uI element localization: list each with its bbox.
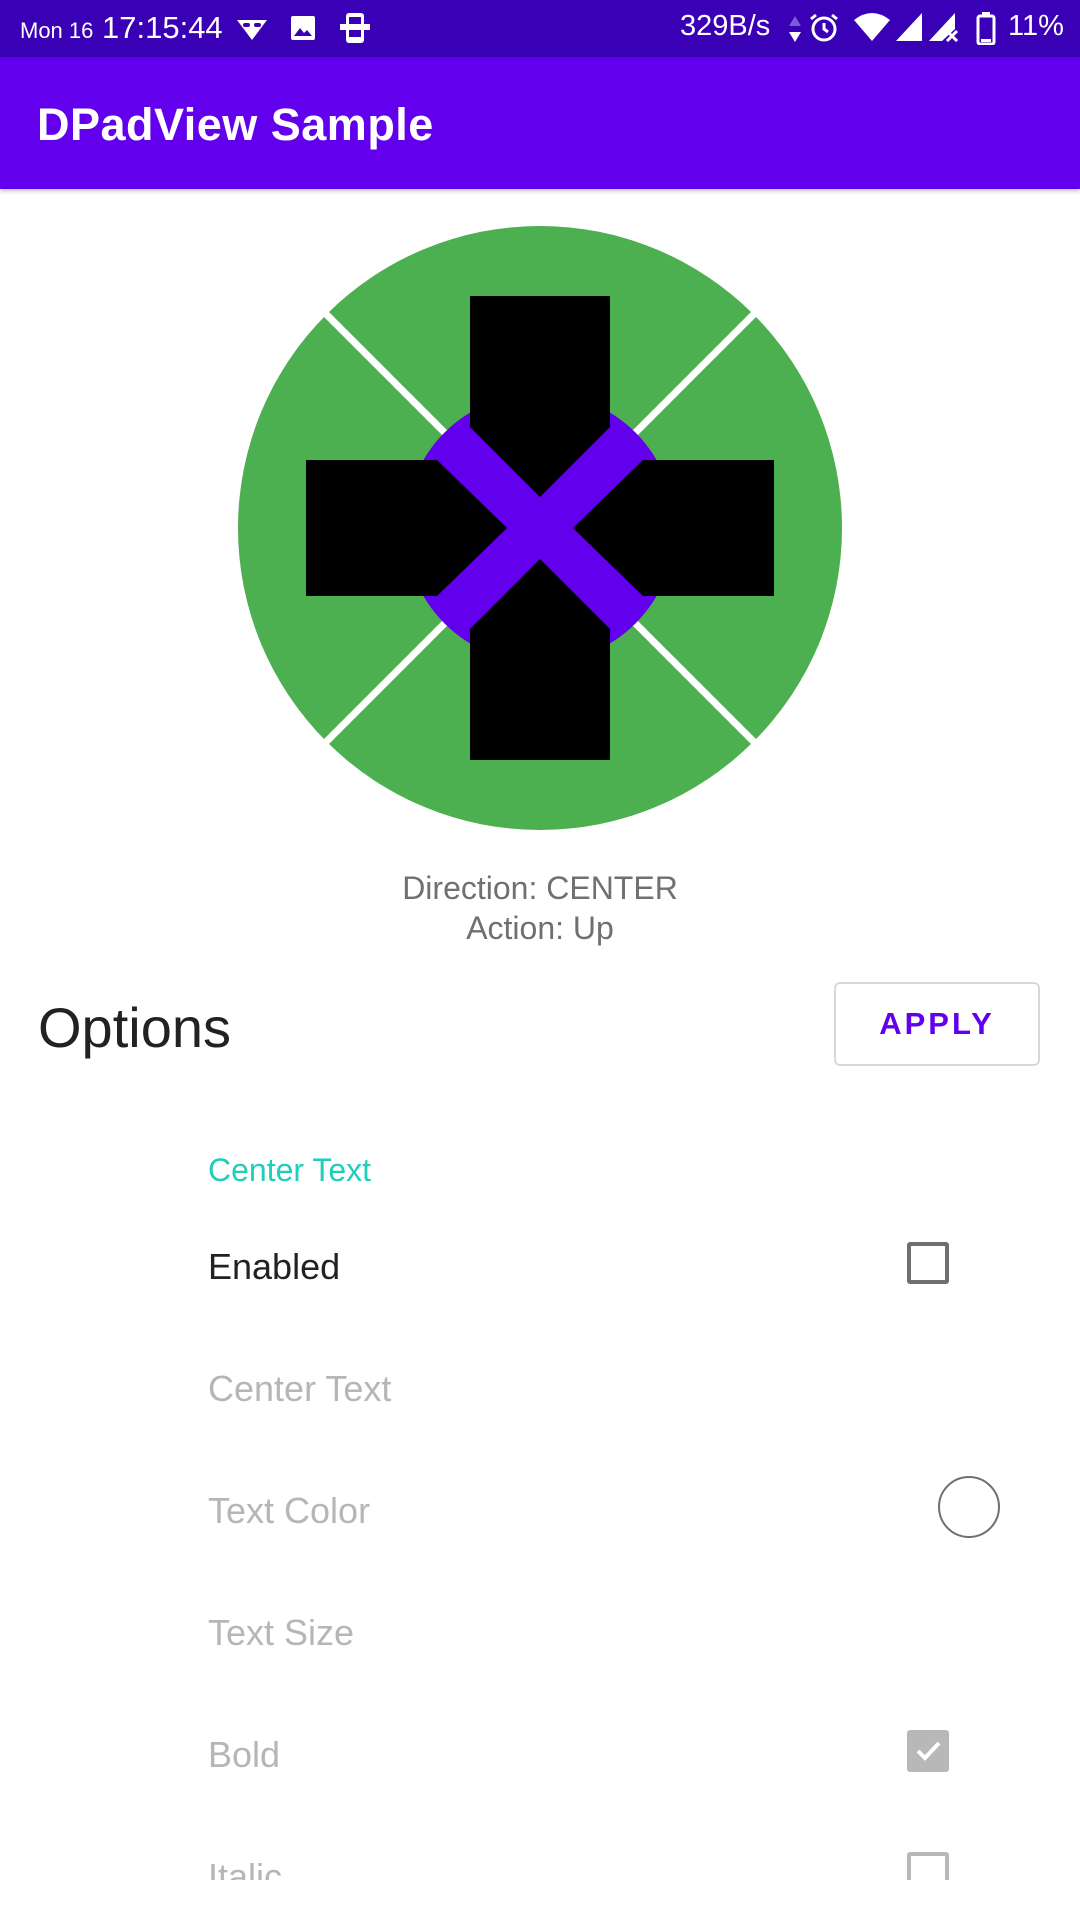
pref-text-size-label: Text Size [208, 1612, 355, 1653]
bold-checkbox [907, 1730, 949, 1772]
pref-enabled-label: Enabled [208, 1246, 341, 1287]
phone-link-icon [340, 13, 370, 43]
direction-readout: Direction: CENTER [0, 870, 1080, 907]
direction-label: Direction: [402, 870, 538, 906]
dpad-graphic[interactable] [236, 224, 844, 832]
signal-icon [896, 13, 922, 41]
check-icon [916, 1741, 941, 1761]
alarm-icon [810, 13, 838, 42]
pref-text-size: Text Size [0, 1574, 1080, 1696]
preferences-list[interactable]: Center Text Enabled Center Text Text Col… [0, 1120, 1080, 1880]
pref-bold: Bold [0, 1696, 1080, 1818]
dpad-view[interactable] [236, 224, 844, 832]
status-day: Mon 16 [20, 18, 94, 43]
apply-button[interactable]: APPLY [834, 982, 1040, 1066]
signal-no-data-icon [929, 13, 959, 42]
options-title: Options [38, 996, 231, 1059]
wifi-icon [854, 13, 890, 41]
action-readout: Action: Up [0, 910, 1080, 947]
network-speed: 329B/s [680, 10, 771, 42]
text-color-swatch [938, 1476, 1000, 1538]
enabled-checkbox[interactable] [907, 1242, 949, 1284]
image-icon [291, 16, 315, 40]
pref-center-text-label: Center Text [208, 1368, 392, 1409]
pref-enabled[interactable]: Enabled [0, 1208, 1080, 1330]
pref-italic: Italic [0, 1818, 1080, 1880]
app-bar: DPadView Sample [0, 57, 1080, 189]
battery-icon [976, 12, 996, 45]
pref-center-text: Center Text [0, 1330, 1080, 1452]
app-title: DPadView Sample [37, 99, 434, 150]
italic-checkbox [907, 1852, 949, 1880]
status-time: 17:15:44 [102, 10, 223, 45]
pref-bold-label: Bold [208, 1734, 281, 1775]
action-value: Up [572, 910, 614, 946]
pref-text-color-label: Text Color [208, 1490, 371, 1531]
pref-italic-label: Italic [208, 1856, 283, 1880]
incognito-icon [237, 20, 267, 40]
action-label: Action: [466, 910, 565, 946]
pref-text-color: Text Color [0, 1452, 1080, 1574]
battery-level: 11% [1008, 10, 1064, 42]
data-arrows-icon [789, 16, 801, 42]
category-center-text: Center Text [208, 1152, 372, 1188]
direction-value: CENTER [546, 870, 678, 906]
status-bar: Mon 16 17:15:44 329B/s 11% [0, 0, 1080, 57]
